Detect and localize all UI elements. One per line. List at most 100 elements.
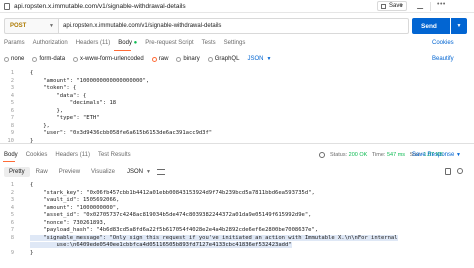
code-text: "payload_hash": "4b6d83cd5a8fd6a22f5b617…	[30, 227, 319, 233]
response-format-select[interactable]: JSON ▼	[127, 169, 151, 175]
radio-circle-icon	[176, 56, 182, 62]
copy-icon[interactable]	[445, 168, 451, 175]
status-value[interactable]: 200 OK	[349, 152, 368, 158]
code-text: "data": {	[30, 92, 87, 99]
code-text: "nonce": 730261893,	[30, 219, 107, 226]
line-number: 5	[10, 212, 14, 218]
send-button[interactable]: Send	[412, 18, 450, 34]
radio-label: form-data	[39, 56, 66, 62]
radio-circle-icon	[32, 56, 38, 62]
edit-icon[interactable]	[416, 3, 426, 9]
line-number: 3	[10, 197, 14, 203]
line-number: 8	[10, 122, 14, 129]
globe-icon[interactable]	[319, 152, 325, 158]
code-text: "amount": "1000000000",	[30, 204, 120, 211]
radio-form-data[interactable]: form-data	[32, 56, 65, 62]
tab-pre-request-script[interactable]: Pre-request Script	[145, 40, 193, 50]
request-title[interactable]: api.ropsten.x.immutable.com/v1/signable-…	[14, 3, 186, 10]
more-options-button[interactable]: •••	[437, 1, 446, 8]
code-text: {	[30, 182, 34, 188]
line-number: 4	[10, 204, 14, 211]
radio-raw[interactable]: raw	[151, 56, 169, 62]
search-icon[interactable]	[457, 168, 463, 174]
time-value[interactable]: 547 ms	[387, 152, 405, 158]
tab-response-body[interactable]: Body	[4, 152, 18, 158]
body-format-value: JSON	[247, 56, 264, 62]
code-text: "amount": "1000000000000000000",	[30, 77, 150, 84]
radio-label: raw	[158, 56, 169, 62]
line-number: 2	[10, 189, 14, 196]
pane-divider[interactable]	[0, 143, 474, 144]
view-pretty-button[interactable]: Pretty	[4, 167, 30, 177]
line-number: 6	[10, 219, 14, 226]
response-tabs: Body Cookies Headers (11) Test Results	[4, 152, 139, 158]
chevron-down-icon: ▼	[145, 169, 151, 175]
radio-graphql[interactable]: GraphQL	[207, 56, 240, 62]
wrap-lines-icon[interactable]	[156, 169, 165, 175]
save-response-button[interactable]: Save Response ▼	[412, 152, 461, 158]
line-number: 9	[10, 249, 14, 256]
line-number: 6	[10, 107, 14, 114]
chevron-down-icon: ▼	[49, 23, 54, 29]
radio-x-www-form-urlencoded[interactable]: x-www-form-urlencoded	[73, 56, 144, 62]
tab-body[interactable]: Body ●	[118, 40, 137, 50]
code-text: "decimals": 18	[30, 100, 117, 106]
view-raw-button[interactable]: Raw	[31, 167, 53, 177]
view-preview-button[interactable]: Preview	[54, 167, 85, 177]
url-input[interactable]: api.ropsten.x.immutable.com/v1/signable-…	[58, 18, 409, 34]
line-number: 7	[10, 227, 14, 233]
body-type-selector: none form-data x-www-form-urlencoded raw…	[4, 56, 271, 62]
radio-label: x-www-form-urlencoded	[80, 56, 144, 62]
time-label: Time:	[371, 152, 386, 158]
chevron-down-icon: ▼	[456, 152, 461, 158]
active-tab-indicator	[114, 50, 131, 51]
beautify-button[interactable]: Beautify	[432, 56, 454, 62]
radio-none[interactable]: none	[4, 56, 24, 62]
chevron-down-icon: ▼	[266, 56, 272, 62]
radio-label: GraphQL	[214, 56, 240, 62]
code-text-selected: use:\n6409ede0540ee1cbbfca4d05116505b893…	[30, 242, 292, 248]
line-number: 1	[10, 182, 14, 188]
tab-headers[interactable]: Headers (11)	[76, 40, 111, 50]
radio-selected-icon	[151, 56, 157, 62]
code-text-selected: "signable_message": "Only sign this requ…	[30, 234, 398, 241]
send-options-chevron-icon[interactable]: ▼	[451, 18, 467, 34]
radio-label: none	[11, 56, 25, 62]
response-format-value: JSON	[126, 169, 143, 175]
radio-circle-icon	[73, 56, 79, 62]
tab-body-label: Body	[118, 40, 132, 46]
tab-test-results[interactable]: Test Results	[98, 152, 131, 158]
save-button[interactable]: Save ▼	[377, 1, 407, 11]
code-text: "vault_id": 1505692066,	[30, 197, 120, 203]
request-body-editor[interactable]: 1{ 2 "amount": "1000000000000000000", 3 …	[4, 70, 469, 144]
radio-binary[interactable]: binary	[176, 56, 200, 62]
url-value: api.ropsten.x.immutable.com/v1/signable-…	[63, 23, 222, 29]
line-number: 5	[10, 100, 14, 106]
tab-response-headers[interactable]: Headers (11)	[55, 152, 90, 158]
view-visualize-button[interactable]: Visualize	[86, 167, 120, 177]
code-text: "type": "ETH"	[30, 115, 100, 121]
body-format-select[interactable]: JSON ▼	[247, 56, 271, 62]
radio-circle-icon	[4, 56, 9, 62]
code-text: "stark_key": "0x06fb457cbb1b4412a01ebb00…	[30, 189, 315, 196]
code-text: {	[30, 70, 34, 76]
radio-label: binary	[183, 56, 200, 62]
line-number: 9	[10, 130, 14, 136]
tab-authorization[interactable]: Authorization	[33, 40, 68, 50]
code-text: "user": "0x3d9436cbb058fe6a615b6153de6ac…	[30, 130, 213, 136]
http-request-icon	[4, 2, 10, 10]
tab-headers-label: Headers (11)	[75, 40, 111, 46]
tab-settings[interactable]: Settings	[224, 40, 246, 50]
line-number: 4	[10, 92, 14, 99]
response-body-viewer[interactable]: 1 { 2 "stark_key": "0x06fb457cbb1b4412a01…	[4, 182, 469, 268]
chevron-down-icon[interactable]: ▼	[399, 3, 404, 9]
code-text: "asset_id": "0x02705737c4248ac819034b5de…	[30, 212, 312, 218]
method-select[interactable]: POST ▼	[4, 18, 58, 34]
response-toolbar: Pretty Raw Preview Visualize JSON ▼	[4, 166, 165, 178]
line-number: 3	[10, 85, 14, 91]
tab-tests[interactable]: Tests	[202, 40, 216, 50]
cookies-link[interactable]: Cookies	[432, 40, 454, 46]
save-icon	[381, 3, 386, 9]
tab-response-cookies[interactable]: Cookies	[26, 152, 48, 158]
tab-params[interactable]: Params	[4, 40, 25, 50]
